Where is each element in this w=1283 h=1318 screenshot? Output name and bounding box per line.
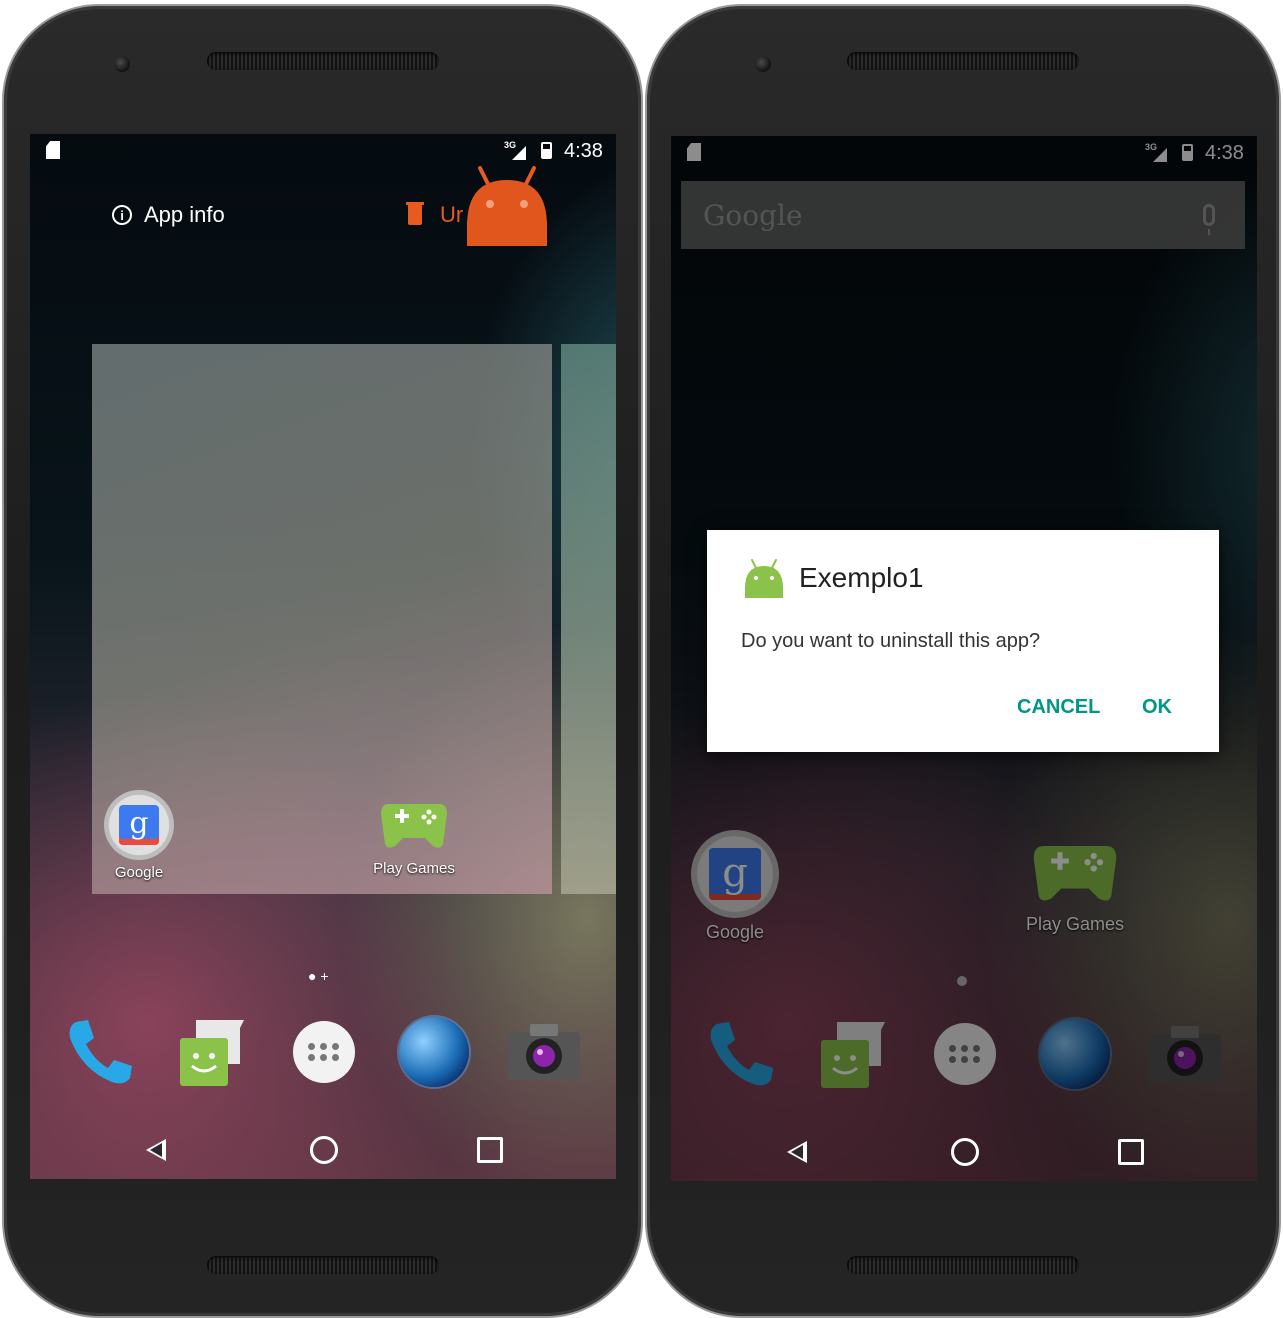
- ok-button[interactable]: OK: [1142, 696, 1172, 719]
- front-camera: [114, 56, 130, 72]
- home-icon[interactable]: [951, 1138, 979, 1166]
- browser-icon[interactable]: [394, 1012, 474, 1092]
- page-indicator: ● +: [308, 968, 329, 984]
- bottom-speaker: [207, 1256, 439, 1274]
- home-icon[interactable]: [310, 1136, 338, 1164]
- google-icon: g: [104, 790, 174, 860]
- gamepad-icon: [381, 804, 447, 848]
- right-phone-frame: 3G 4:38 Google g Google Play Games Exemp…: [647, 6, 1279, 1316]
- app-info-label: App info: [144, 202, 225, 227]
- top-speaker: [847, 52, 1079, 70]
- workspace-page-next[interactable]: [561, 344, 616, 894]
- navigation-bar: [30, 1119, 616, 1179]
- recents-icon[interactable]: [1118, 1139, 1144, 1165]
- left-phone-frame: 3G 4:38 i App info Ur g Google Play Game…: [4, 6, 641, 1316]
- uninstall-label: Ur: [440, 202, 464, 227]
- messenger-icon[interactable]: [170, 1012, 250, 1092]
- recents-icon[interactable]: [477, 1137, 503, 1163]
- back-icon[interactable]: [146, 1139, 166, 1161]
- info-icon: i: [112, 205, 132, 225]
- navigation-bar: [671, 1121, 1257, 1181]
- trash-icon: [406, 202, 424, 225]
- android-app-icon: [745, 559, 783, 598]
- uninstall-drop-target[interactable]: Ur: [406, 202, 464, 228]
- top-speaker: [207, 52, 439, 70]
- camera-icon[interactable]: [504, 1012, 584, 1092]
- battery-icon: [541, 142, 552, 159]
- dialog-title: Exemplo1: [799, 562, 924, 593]
- right-screen: 3G 4:38 Google g Google Play Games Exemp…: [671, 136, 1257, 1181]
- app-play-games[interactable]: Play Games: [364, 790, 464, 877]
- left-screen: 3G 4:38 i App info Ur g Google Play Game…: [30, 134, 616, 1179]
- status-time: 4:38: [564, 140, 603, 162]
- app-label: Google: [114, 864, 164, 881]
- cancel-button[interactable]: CANCEL: [1017, 696, 1100, 719]
- front-camera: [755, 56, 771, 72]
- phone-icon[interactable]: [60, 1012, 140, 1092]
- signal-icon: 3G: [504, 140, 526, 160]
- app-label: Play Games: [373, 860, 455, 877]
- dialog-message: Do you want to uninstall this app?: [741, 630, 1041, 652]
- all-apps-icon[interactable]: [284, 1012, 364, 1092]
- app-info-drop-target[interactable]: i App info: [112, 202, 225, 228]
- workspace-page-current[interactable]: g Google Play Games: [92, 344, 552, 894]
- sd-card-icon: [46, 141, 60, 159]
- dragged-app-icon[interactable]: [462, 166, 552, 246]
- back-icon[interactable]: [787, 1141, 807, 1163]
- bottom-speaker: [847, 1256, 1079, 1274]
- status-bar: 3G 4:38: [30, 134, 616, 168]
- app-google[interactable]: g Google: [89, 790, 189, 881]
- uninstall-dialog: Exemplo1 Do you want to uninstall this a…: [707, 530, 1219, 752]
